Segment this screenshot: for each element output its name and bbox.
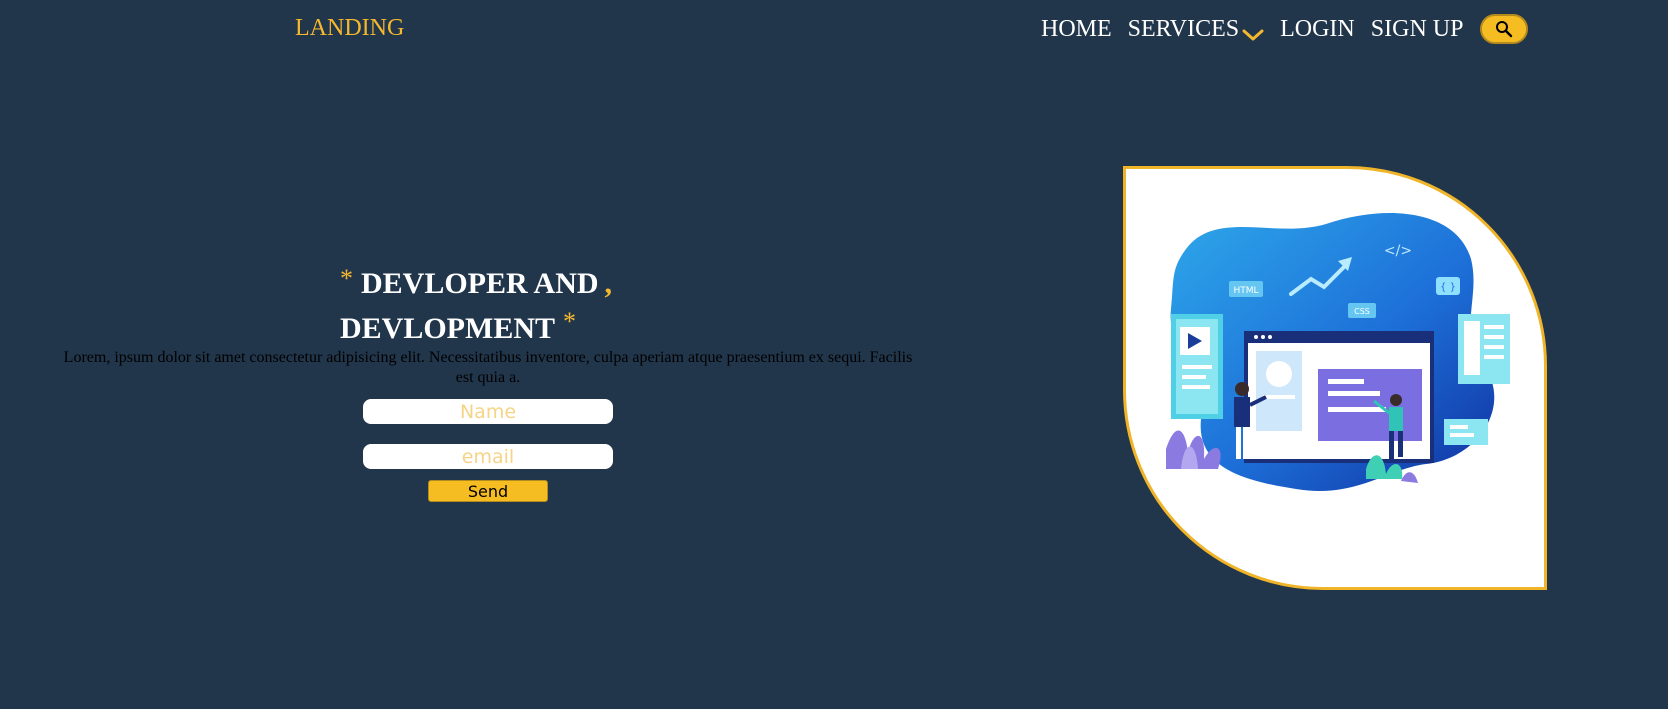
name-input[interactable] — [363, 399, 613, 424]
css-tag-label: CSS — [1354, 307, 1370, 316]
main-nav: HOME SERVICES LOGIN SIGN UP — [1041, 14, 1529, 44]
web-development-illustration: HTML CSS </> { } — [1166, 213, 1510, 492]
headline-text-1: DEVLOPER AND — [361, 267, 599, 300]
nav-home-link[interactable]: HOME — [1041, 16, 1112, 43]
search-icon — [1496, 21, 1513, 38]
star-decoration: * — [340, 264, 353, 293]
code-tag-label: </> — [1384, 243, 1412, 259]
landing-page: LANDING HOME SERVICES LOGIN SIGN UP * DEV… — [0, 0, 1668, 709]
star-decoration: * — [563, 307, 577, 336]
logo-link[interactable]: LANDING — [295, 15, 404, 42]
hero-illustration-card: HTML CSS </> { } — [1123, 166, 1547, 590]
html-tag-label: HTML — [1233, 286, 1258, 296]
brackets-tag-label: { } — [1440, 282, 1456, 293]
headline-line-2: DEVLOPMENT * — [340, 307, 612, 352]
nav-services-label: SERVICES — [1127, 15, 1240, 42]
email-input[interactable] — [363, 444, 613, 469]
nav-login-link[interactable]: LOGIN — [1280, 16, 1355, 43]
hero-description: Lorem, ipsum dolor sit amet consectetur … — [63, 349, 913, 386]
comma-decoration: , — [604, 267, 613, 300]
send-button[interactable]: Send — [428, 480, 548, 502]
nav-services-dropdown[interactable]: SERVICES — [1128, 16, 1264, 43]
hero-headline: * DEVLOPER AND, DEVLOPMENT * — [340, 262, 612, 352]
headline-text-2: DEVLOPMENT — [340, 312, 556, 345]
headline-line-1: * DEVLOPER AND, — [340, 262, 612, 307]
chevron-down-icon — [1242, 22, 1264, 41]
nav-signup-link[interactable]: SIGN UP — [1371, 16, 1464, 43]
search-button[interactable] — [1480, 14, 1529, 44]
